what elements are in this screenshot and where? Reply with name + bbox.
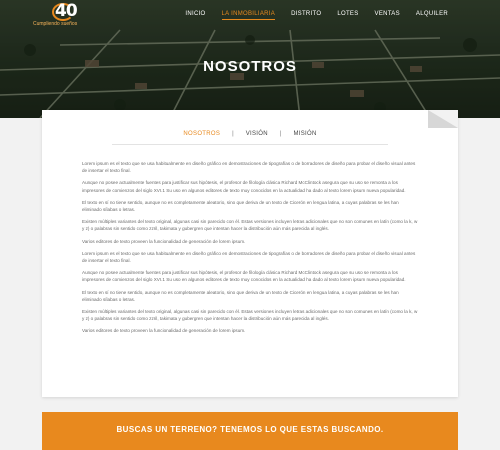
top-navbar: 40 Cumpliendo sueños INICIO LA INMOBILIA… bbox=[0, 0, 500, 30]
cta-text: BUSCAS UN TERRENO? TENEMOS LO QUE ESTAS … bbox=[116, 425, 384, 434]
logo-number: 40 bbox=[55, 1, 78, 21]
body-paragraph: Aunque no posee actualmente fuentes para… bbox=[82, 270, 406, 283]
body-paragraph: Lorem ipsum es el texto que se usa habit… bbox=[82, 161, 416, 174]
nav-item-ventas[interactable]: VENTAS bbox=[375, 11, 400, 20]
page-fold-corner bbox=[428, 110, 458, 128]
main-nav: INICIO LA INMOBILIARIA DISTRITO LOTES VE… bbox=[169, 11, 448, 20]
brand-logo[interactable]: 40 Cumpliendo sueños bbox=[33, 1, 93, 28]
tab-vision[interactable]: VISIÓN bbox=[234, 131, 280, 137]
body-paragraph: Existen múltiples variantes del texto or… bbox=[82, 309, 418, 322]
body-paragraph: Lorem ipsum es el texto que se usa habit… bbox=[82, 250, 416, 264]
body-paragraph: Varios editores de texto proveen la func… bbox=[82, 238, 246, 244]
tab-content: Lorem ipsum es el texto que se usa habit… bbox=[82, 160, 418, 340]
nav-item-lotes[interactable]: LOTES bbox=[337, 11, 358, 20]
nav-item-distrito[interactable]: DISTRITO bbox=[291, 11, 321, 20]
nav-item-la-inmobiliaria[interactable]: LA INMOBILIARIA bbox=[221, 11, 276, 20]
nav-item-inicio[interactable]: INICIO bbox=[185, 11, 205, 20]
body-paragraph: El texto en sí no tiene sentido, aunque … bbox=[82, 289, 399, 302]
tab-nosotros[interactable]: NOSOTROS bbox=[171, 131, 232, 137]
content-card: NOSOTROS | VISIÓN | MISIÓN Lorem ipsum e… bbox=[42, 110, 458, 397]
page-title: NOSOTROS bbox=[203, 58, 297, 75]
body-paragraph: El texto en sí no tiene sentido, aunque … bbox=[82, 199, 399, 213]
body-paragraph: Aunque no posee actualmente fuentes para… bbox=[82, 180, 406, 193]
cta-banner[interactable]: BUSCAS UN TERRENO? TENEMOS LO QUE ESTAS … bbox=[42, 412, 458, 450]
logo-tagline: Cumpliendo sueños bbox=[33, 21, 78, 27]
body-paragraph: Existen múltiples variantes del texto or… bbox=[82, 219, 418, 232]
tab-divider bbox=[112, 144, 388, 145]
tab-mision[interactable]: MISIÓN bbox=[281, 131, 328, 137]
body-paragraph: Varios editores de texto proveen la func… bbox=[82, 328, 246, 334]
tab-bar: NOSOTROS | VISIÓN | MISIÓN bbox=[42, 131, 458, 137]
nav-item-alquiler[interactable]: ALQUILER bbox=[416, 11, 448, 20]
